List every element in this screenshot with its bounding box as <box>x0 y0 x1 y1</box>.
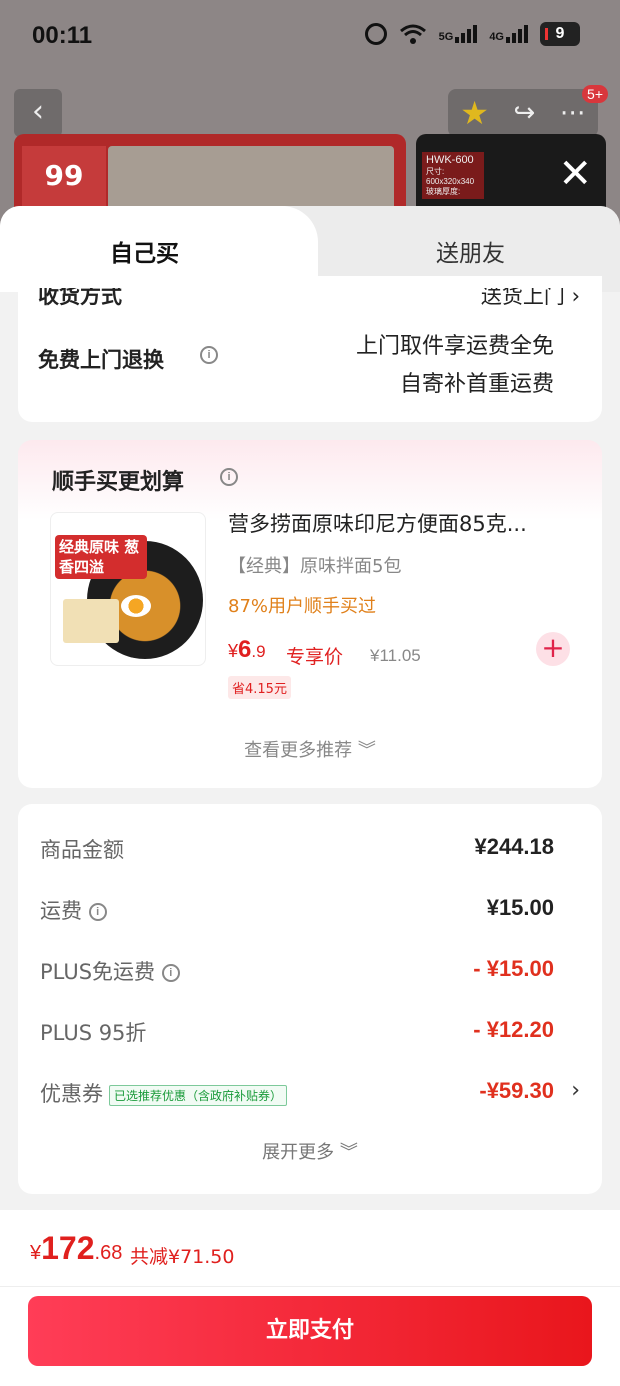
row-label: PLUS 95折 <box>40 1021 147 1045</box>
signal-4g-label: 4G <box>489 31 504 43</box>
egg <box>121 595 151 617</box>
price-integer: 6 <box>238 636 252 663</box>
row-label-text: PLUS免运费 <box>40 960 156 984</box>
info-icon[interactable]: i <box>200 346 218 364</box>
signal-5g-label: 5G <box>438 31 454 43</box>
info-icon[interactable]: i <box>220 468 238 486</box>
summary-row-shipping: 运费 i ¥15.00 <box>18 895 602 935</box>
share-icon[interactable]: ↪ <box>513 98 535 128</box>
row-value: - ¥15.00 <box>473 956 554 981</box>
checkout-sheet: 自己买 送朋友 收货方式 送货上门 › 免费上门退换 i 上门取件享运费全免 自… <box>0 206 620 1386</box>
original-price: ¥11.05 <box>370 646 421 665</box>
total-integer: 172 <box>41 1230 95 1266</box>
status-bar: 00:11 5G 4G 9 <box>0 0 620 74</box>
save-badge: 省4.15元 <box>228 676 291 699</box>
addon-price: ¥6.9 <box>228 636 266 664</box>
row-label: 运费 i <box>40 895 107 925</box>
nav-actions: ★ ↪ ⋯ 5+ <box>448 85 608 137</box>
addon-title: 顺手买更划算 <box>52 470 185 495</box>
message-badge: 5+ <box>582 85 608 103</box>
addon-product-image[interactable]: 经典原味 葱香四溢 <box>50 512 206 666</box>
total-decimal: .68 <box>94 1242 123 1264</box>
summary-row-subtotal: 商品金额 ¥244.18 <box>18 834 602 874</box>
summary-row-coupon[interactable]: 优惠券 已选推荐优惠（含政府补贴券） -¥59.30 › <box>18 1078 602 1118</box>
addon-recommend-card: 顺手买更划算 i 经典原味 葱香四溢 营多捞面原味印尼方便面85克... 【经典… <box>18 440 602 788</box>
addon-buyers-rate: 87%用户顺手买过 <box>228 596 377 617</box>
alarm-icon <box>364 23 387 45</box>
delivery-card: 收货方式 送货上门 › 免费上门退换 i 上门取件享运费全免 自寄补首重运费 <box>18 276 602 422</box>
exclusive-price-label: 专享价 <box>286 646 344 668</box>
delivery-method-label: 收货方式 <box>38 284 122 308</box>
signal-5g-icon: 5G <box>439 25 478 43</box>
summary-row-plus-free-shipping: PLUS免运费 i - ¥15.00 <box>18 956 602 996</box>
addon-product-name[interactable]: 营多捞面原味印尼方便面85克... <box>228 508 588 538</box>
checkout-footer: ¥172.68 共减¥71.50 立即支付 <box>0 1210 620 1386</box>
more-icon[interactable]: ⋯ <box>560 98 586 128</box>
back-button[interactable]: ‹ <box>14 89 62 137</box>
free-return-desc-2: 自寄补首重运费 <box>399 372 554 397</box>
total-price: ¥172.68 <box>30 1230 122 1267</box>
battery-icon: 9 <box>540 22 580 46</box>
signal-4g-icon: 4G <box>489 25 528 43</box>
close-icon[interactable]: ✕ <box>558 154 592 194</box>
row-value: -¥59.30 <box>479 1078 554 1103</box>
store-logo: 99 <box>22 146 106 206</box>
row-label: 优惠券 已选推荐优惠（含政府补贴券） <box>40 1078 288 1108</box>
currency-symbol: ¥ <box>30 1242 42 1264</box>
row-label: 商品金额 <box>40 838 124 862</box>
status-time: 00:11 <box>32 22 93 49</box>
summary-row-plus-discount: PLUS 95折 - ¥12.20 <box>18 1017 602 1057</box>
free-return-desc-1: 上门取件享运费全免 <box>355 334 554 359</box>
row-label-text: 运费 <box>40 899 82 923</box>
row-value: ¥15.00 <box>486 895 554 920</box>
chevron-right-icon[interactable]: › <box>571 1078 580 1103</box>
info-icon[interactable]: i <box>88 903 107 921</box>
favorite-star-icon[interactable]: ★ <box>460 94 489 132</box>
pay-now-button[interactable]: 立即支付 <box>28 1296 592 1366</box>
coupon-badge: 已选推荐优惠（含政府补贴券） <box>109 1084 288 1106</box>
image-tag: 经典原味 葱香四溢 <box>55 535 147 579</box>
row-label: PLUS免运费 i <box>40 956 180 986</box>
info-icon[interactable]: i <box>161 964 180 982</box>
product-model-label: HWK-600 <box>426 154 474 166</box>
tab-self[interactable]: 自己买 <box>110 234 179 268</box>
product-spec-tag: HWK-600 尺寸: 600x320x340 玻璃厚度: <box>422 152 484 199</box>
total-savings: 共减¥71.50 <box>130 1246 235 1268</box>
more-recommendations-link[interactable]: 查看更多推荐 ︾ <box>18 736 602 762</box>
row-label-text: 优惠券 <box>40 1082 103 1106</box>
add-to-cart-button[interactable]: + <box>536 632 570 666</box>
addon-product-spec: 【经典】原味拌面5包 <box>228 556 402 577</box>
spec-line: 玻璃厚度: <box>426 187 461 196</box>
price-decimal: .9 <box>251 642 266 661</box>
row-value: - ¥12.20 <box>473 1017 554 1042</box>
noodle-pack <box>63 599 119 643</box>
delivery-method-value[interactable]: 送货上门 › <box>481 288 580 310</box>
currency-symbol: ¥ <box>228 641 239 661</box>
tab-gift[interactable]: 送朋友 <box>436 234 505 268</box>
status-icons: 5G 4G 9 <box>364 22 580 46</box>
price-summary-card: 商品金额 ¥244.18 运费 i ¥15.00 PLUS免运费 i - ¥15… <box>18 804 602 1194</box>
free-return-label: 免费上门退换 <box>38 348 164 372</box>
row-value: ¥244.18 <box>474 834 554 859</box>
spec-line: 尺寸: <box>426 167 445 176</box>
spec-line: 600x320x340 <box>426 177 475 186</box>
divider <box>0 1286 620 1287</box>
wifi-icon <box>399 24 426 44</box>
expand-more-link[interactable]: 展开更多 ︾ <box>18 1138 602 1164</box>
